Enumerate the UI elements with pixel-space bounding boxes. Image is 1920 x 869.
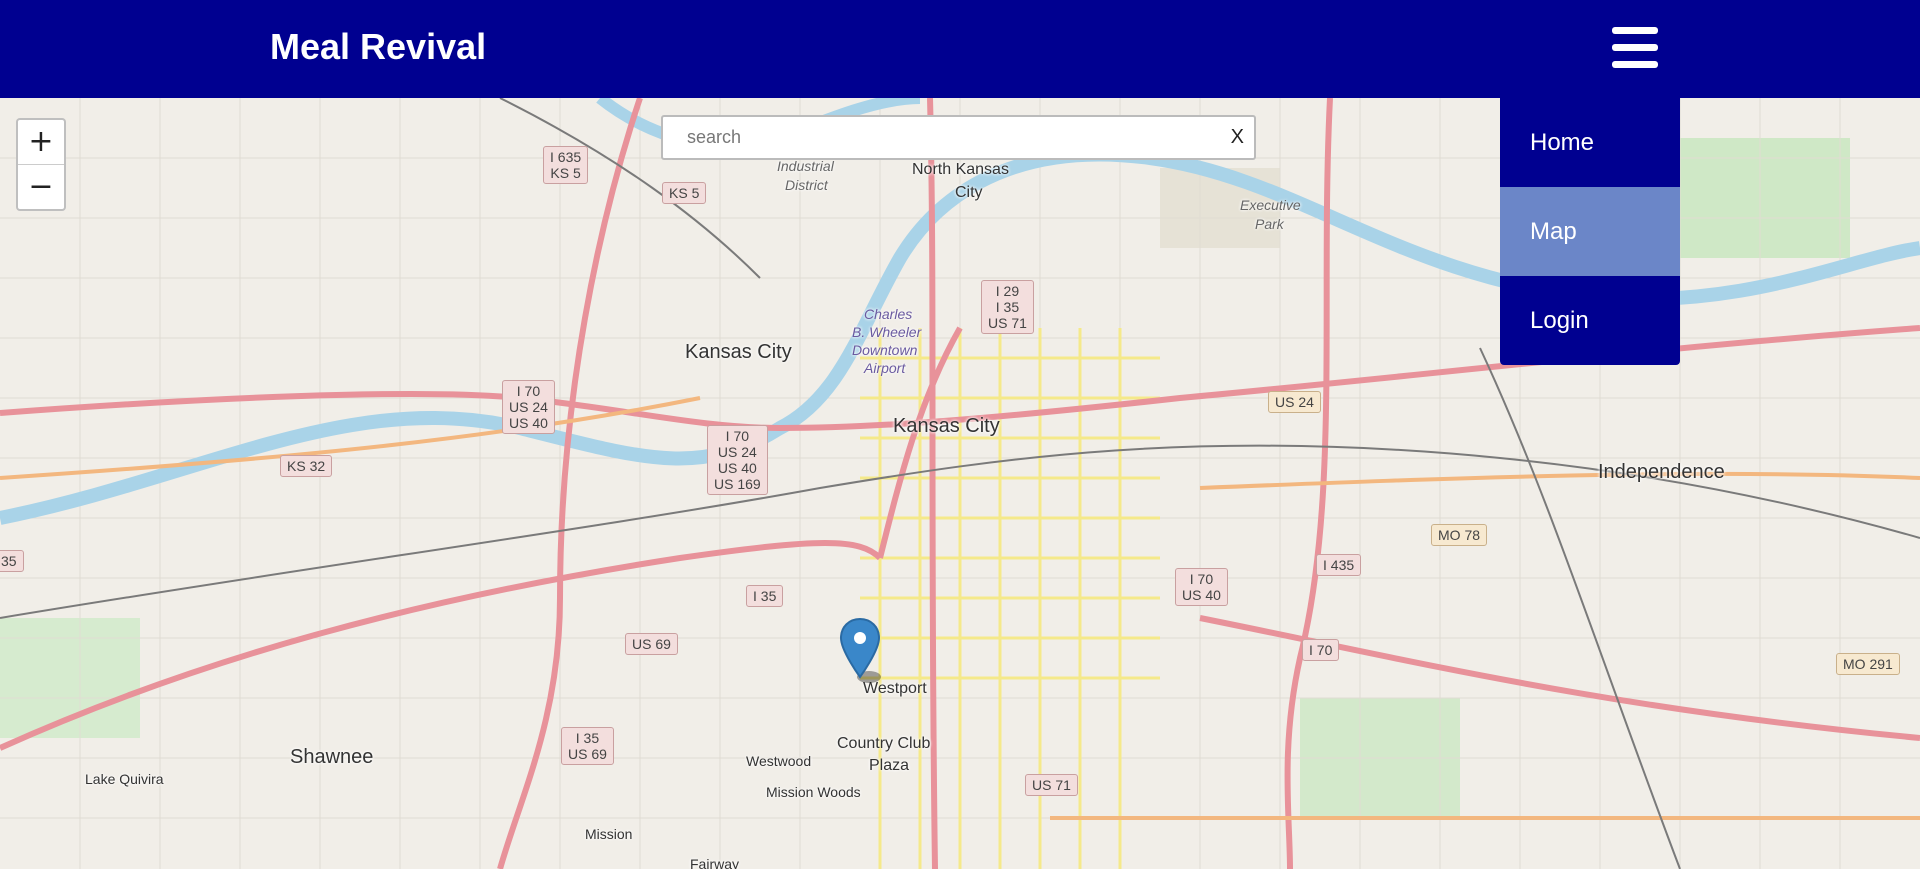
route-shield-us71: US 71 [1025,774,1078,796]
route-shield-i70-us40-east: I 70 US 40 [1175,568,1228,606]
city-label-independence: Independence [1598,461,1725,483]
zoom-control: + − [16,118,66,211]
search-input[interactable] [663,117,1203,158]
city-label-north-kansas-city: North Kansas [912,161,1009,178]
nav-dropdown-menu: Home Map Login [1500,98,1680,365]
route-shield-ks32: KS 32 [280,455,333,477]
city-label-kansas-city-main: Kansas City [893,415,1000,437]
place-label-airport-4: Airport [864,360,906,376]
place-label-airport-2: B. Wheeler [852,324,922,340]
place-label-westwood: Westwood [746,753,812,769]
app-header: Meal Revival [0,0,1920,98]
zoom-out-button[interactable]: − [18,164,64,209]
route-shield-i635: I 635 KS 5 [543,146,589,184]
place-label-country-club: Country Club [837,735,931,752]
place-label-country-club-2: Plaza [869,757,910,774]
place-label-industrial: Industrial [777,158,834,174]
route-shield-us24: US 24 [1268,391,1321,413]
place-label-industrial-2: District [785,177,828,193]
menu-item-map[interactable]: Map [1500,187,1680,276]
place-label-mission-woods: Mission Woods [766,784,861,800]
route-shield-i70-us24-us40-us169: I 70 US 24 US 40 US 169 [707,425,768,495]
map-pin-marker-icon[interactable] [839,617,881,687]
place-label-mission: Mission [585,826,633,842]
route-shield-i29: I 29 I 35 US 71 [981,280,1034,334]
place-label-fairway: Fairway [690,856,740,869]
zoom-in-button[interactable]: + [18,120,64,164]
route-shield-i35-us69: I 35 US 69 [561,727,614,765]
clear-search-button[interactable]: X [1231,126,1244,149]
brand-title[interactable]: Meal Revival [270,26,486,68]
route-shield-mo291: MO 291 [1836,653,1900,675]
place-label-lake-quivira: Lake Quivira [85,771,164,787]
hamburger-menu-icon[interactable] [1612,27,1658,69]
city-label-shawnee: Shawnee [290,746,374,768]
route-shield-i35: I 35 [746,585,784,607]
place-label-airport-3: Downtown [852,342,918,358]
route-shield-i70: I 70 [1302,639,1340,661]
city-label-kansas-city-ks: Kansas City [685,341,792,363]
search-box: X [661,115,1256,160]
menu-item-login[interactable]: Login [1500,276,1680,365]
route-shield-ks5: KS 5 [662,182,707,204]
place-label-executive-2: Park [1255,216,1284,232]
place-label-executive: Executive [1240,197,1301,213]
route-shield-i435: I 435 [1316,554,1362,576]
city-label-north-kansas-city-2: City [955,184,983,201]
route-shield-mo78: MO 78 [1431,524,1488,546]
place-label-airport: Charles [864,306,913,322]
route-shield-i70-us24-us40-west: I 70 US 24 US 40 [502,380,555,434]
route-shield-35-edge: 35 [0,550,24,572]
route-shield-us69: US 69 [625,633,678,655]
menu-item-home[interactable]: Home [1500,98,1680,187]
